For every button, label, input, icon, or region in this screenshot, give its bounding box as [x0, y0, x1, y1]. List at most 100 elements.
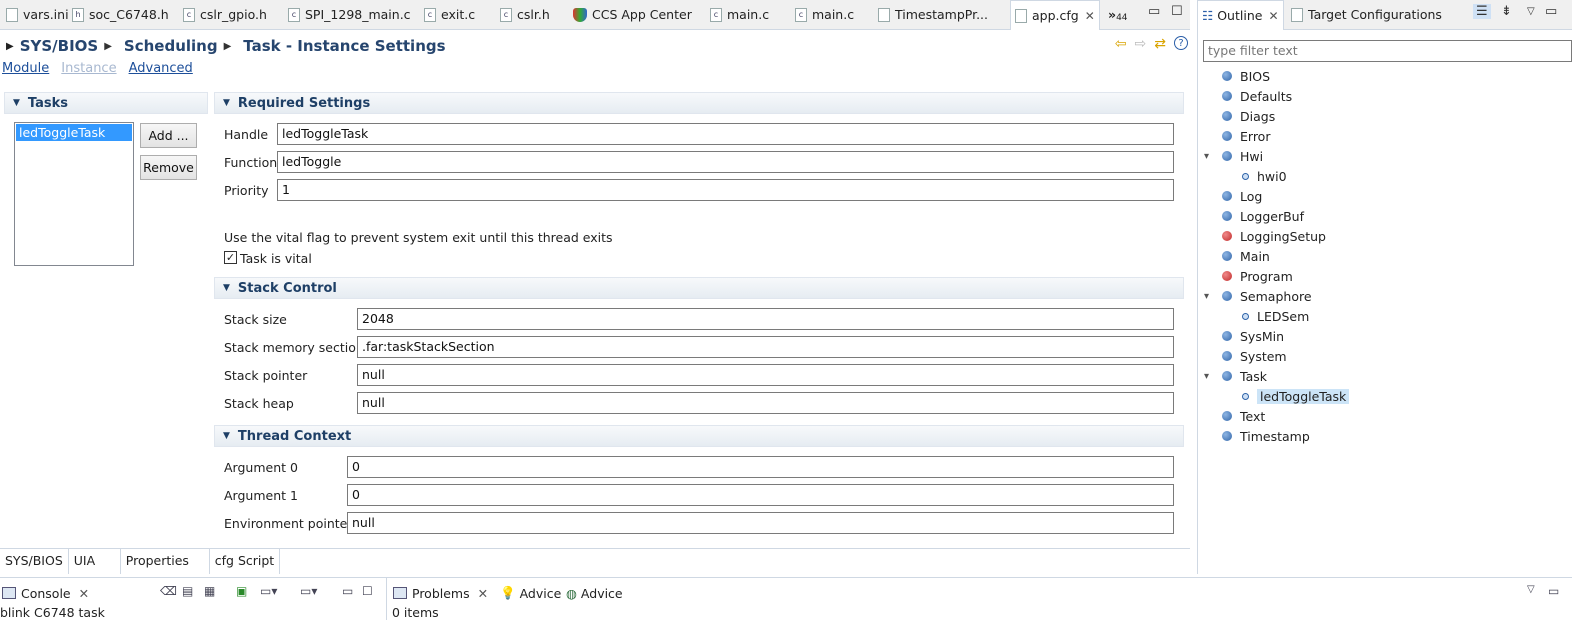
minimize-button[interactable]: ▭	[1548, 584, 1559, 598]
task-is-vital-checkbox[interactable]: ✓	[224, 251, 237, 264]
maximize-button[interactable]: ☐	[362, 584, 373, 598]
filter-input[interactable]: type filter text	[1203, 40, 1572, 62]
tab-uia[interactable]: UIA	[69, 549, 121, 574]
tree-view-icon[interactable]: ☰	[1473, 4, 1491, 19]
stack-size-field[interactable]: 2048	[357, 308, 1174, 330]
priority-field[interactable]: 1	[277, 179, 1174, 201]
tree-item-bios[interactable]: BIOS	[1200, 66, 1270, 86]
tab-soc-c6748-h[interactable]: h soc_C6748.h	[72, 0, 169, 29]
handle-field[interactable]: ledToggleTask	[277, 123, 1174, 145]
minimize-button[interactable]: ▭	[1148, 4, 1160, 19]
tree-item-text[interactable]: Text	[1200, 406, 1265, 426]
tree-item-hwi[interactable]: ▾ Hwi	[1200, 146, 1263, 166]
env-pointer-field[interactable]: null	[347, 512, 1174, 534]
tree-item-ledtoggletask[interactable]: ledToggleTask	[1200, 386, 1350, 406]
argument0-field[interactable]: 0	[347, 456, 1174, 478]
close-icon[interactable]: ✕	[79, 586, 89, 601]
open-console-icon[interactable]: ▭▾	[300, 584, 317, 598]
problems-icon	[393, 587, 407, 599]
stack-pointer-field[interactable]: null	[357, 364, 1174, 386]
stack-control-header[interactable]: ▼ Stack Control	[214, 277, 1184, 299]
close-icon[interactable]: ✕	[478, 586, 488, 601]
word-wrap-icon[interactable]: ▦	[204, 584, 215, 598]
tree-item-program[interactable]: Program	[1200, 266, 1293, 286]
tab-cfg-script[interactable]: cfg Script	[210, 549, 281, 574]
tab-cslr-h[interactable]: c cslr.h	[500, 0, 550, 29]
chevron-down-icon[interactable]: ▾	[1204, 291, 1209, 302]
target-config-icon	[1291, 7, 1303, 22]
view-menu-icon[interactable]: ▽	[1527, 6, 1535, 17]
tab-main-c-1[interactable]: c main.c	[710, 0, 769, 29]
tab-console[interactable]: Console ✕	[2, 580, 89, 606]
tree-item-loggerbuf[interactable]: LoggerBuf	[1200, 206, 1304, 226]
breadcrumb-sysbios[interactable]: SYS/BIOS ▶	[20, 37, 112, 55]
tab-cslr-gpio-h[interactable]: c cslr_gpio.h	[183, 0, 267, 29]
maximize-button[interactable]: ☐	[1171, 4, 1183, 19]
vital-note: Use the vital flag to prevent system exi…	[224, 230, 613, 245]
module-link[interactable]: Module	[2, 61, 49, 76]
tree-item-loggingsetup[interactable]: LoggingSetup	[1200, 226, 1326, 246]
stack-section-field[interactable]: .far:taskStackSection	[357, 336, 1174, 358]
tab-overflow-button[interactable]: » 44	[1108, 0, 1128, 29]
tab-advice-1[interactable]: 💡 Advice	[500, 580, 561, 606]
tab-properties[interactable]: Properties	[121, 549, 210, 574]
tab-ccs-app-center[interactable]: CCS App Center	[573, 0, 692, 29]
back-arrow-icon[interactable]: ⇦	[1115, 36, 1127, 52]
stack-heap-field[interactable]: null	[357, 392, 1174, 414]
tab-timestamp[interactable]: TimestampPr...	[878, 0, 988, 29]
tree-item-log[interactable]: Log	[1200, 186, 1262, 206]
argument1-field[interactable]: 0	[347, 484, 1174, 506]
tree-item-task[interactable]: ▾ Task	[1200, 366, 1267, 386]
tab-exit-c[interactable]: c exit.c	[424, 0, 475, 29]
tree-item-ledsem[interactable]: LEDSem	[1200, 306, 1309, 326]
tree-item-hwi0[interactable]: hwi0	[1200, 166, 1287, 186]
module-icon	[1222, 371, 1232, 381]
tree-item-sysmin[interactable]: SysMin	[1200, 326, 1284, 346]
module-error-icon	[1222, 271, 1232, 281]
tree-item-defaults[interactable]: Defaults	[1200, 86, 1292, 106]
function-field[interactable]: ledToggle	[277, 151, 1174, 173]
display-console-icon[interactable]: ▭▾	[260, 584, 277, 598]
help-icon[interactable]: ?	[1174, 36, 1188, 50]
tree-item-main[interactable]: Main	[1200, 246, 1270, 266]
required-settings-header[interactable]: ▼ Required Settings	[214, 92, 1184, 114]
advanced-link[interactable]: Advanced	[129, 61, 193, 76]
tree-item-semaphore[interactable]: ▾ Semaphore	[1200, 286, 1312, 306]
minimize-button[interactable]: ▭	[1545, 4, 1557, 19]
tree-item-system[interactable]: System	[1200, 346, 1287, 366]
stack-section-label: Stack memory section	[224, 340, 364, 355]
tasks-section-header[interactable]: ▼ Tasks	[4, 92, 208, 114]
view-menu-icon[interactable]: ▽	[1527, 584, 1535, 595]
tab-outline[interactable]: ☷ Outline ✕	[1197, 0, 1284, 30]
clear-console-icon[interactable]: ⌫	[160, 584, 177, 598]
tab-advice-2[interactable]: ◍ Advice	[566, 580, 623, 606]
thread-context-header[interactable]: ▼ Thread Context	[214, 425, 1184, 447]
collapse-all-icon[interactable]: ⇟	[1501, 4, 1512, 19]
tree-item-diags[interactable]: Diags	[1200, 106, 1275, 126]
scroll-lock-icon[interactable]: ▤	[182, 584, 193, 598]
module-icon	[1222, 111, 1232, 121]
sync-icon[interactable]: ⇄	[1154, 36, 1166, 52]
problems-count: 0 items	[392, 605, 439, 620]
add-task-button[interactable]: Add ...	[140, 123, 197, 148]
minimize-button[interactable]: ▭	[342, 584, 353, 598]
forward-arrow-icon[interactable]: ⇨	[1135, 36, 1147, 52]
chevron-down-icon[interactable]: ▾	[1204, 151, 1209, 162]
tab-vars-ini[interactable]: vars.ini	[6, 0, 69, 29]
chevron-down-icon[interactable]: ▾	[1204, 371, 1209, 382]
tab-app-cfg[interactable]: app.cfg ✕	[1010, 0, 1100, 30]
task-list[interactable]: ledToggleTask	[14, 122, 134, 266]
tab-main-c-2[interactable]: c main.c	[795, 0, 854, 29]
close-icon[interactable]: ✕	[1268, 9, 1278, 23]
tab-target-configurations[interactable]: Target Configurations	[1291, 0, 1442, 29]
tree-item-error[interactable]: Error	[1200, 126, 1270, 146]
tab-sysbios[interactable]: SYS/BIOS	[0, 549, 69, 574]
tree-item-timestamp[interactable]: Timestamp	[1200, 426, 1310, 446]
remove-task-button[interactable]: Remove	[140, 155, 197, 180]
tab-problems[interactable]: Problems ✕	[393, 580, 489, 606]
list-item[interactable]: ledToggleTask	[16, 124, 132, 141]
breadcrumb-scheduling[interactable]: Scheduling ▶	[124, 37, 231, 55]
pin-console-icon[interactable]: ▣	[236, 584, 247, 598]
tab-spi-main-c[interactable]: c SPI_1298_main.c	[288, 0, 411, 29]
close-icon[interactable]: ✕	[1085, 9, 1095, 23]
